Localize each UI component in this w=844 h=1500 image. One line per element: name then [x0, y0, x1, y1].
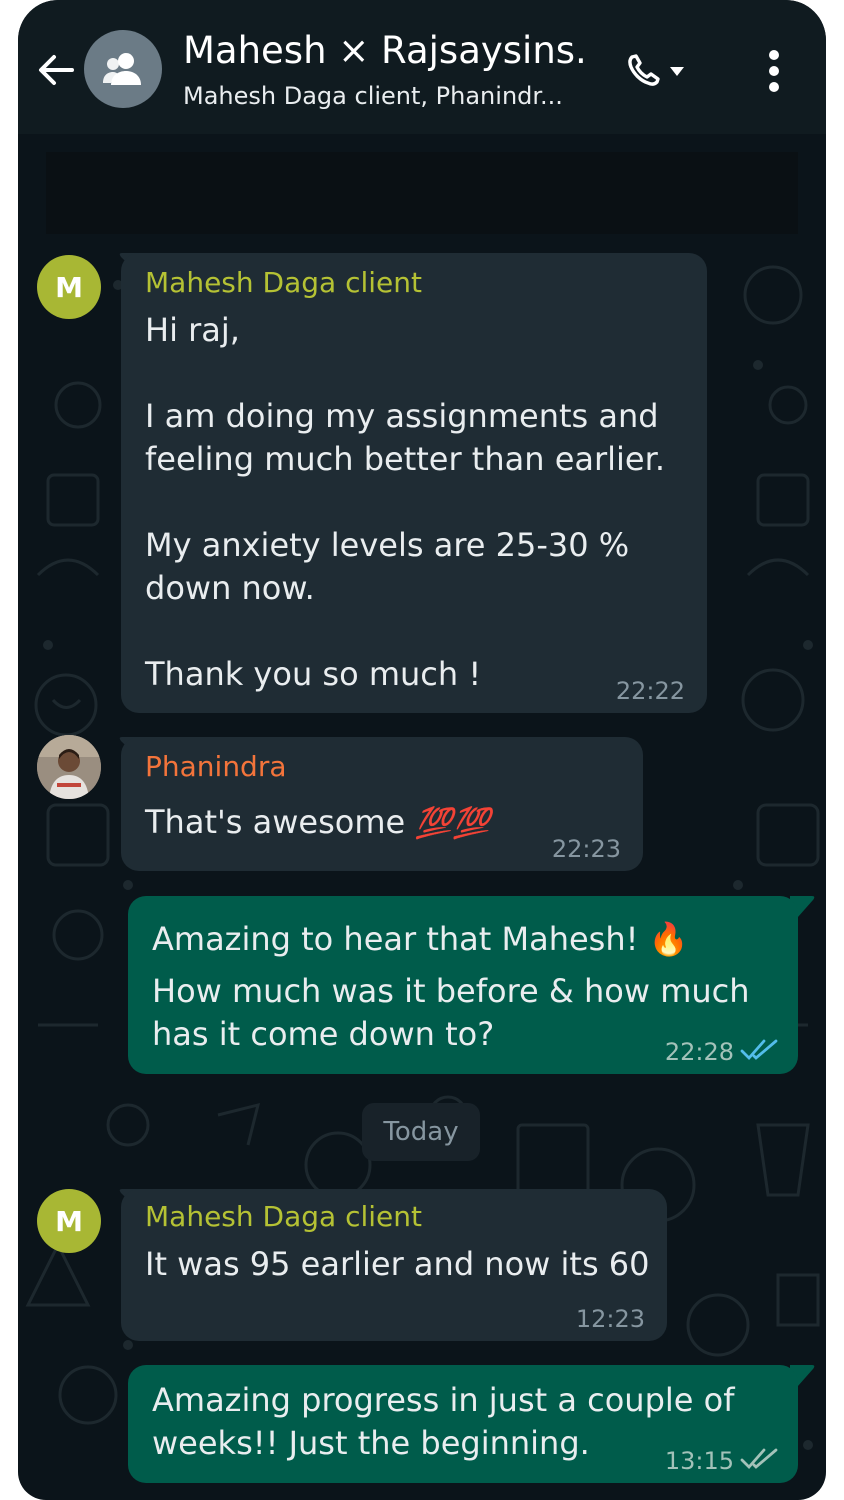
- chat-participants[interactable]: Mahesh Daga client, Phanindr...: [183, 80, 583, 112]
- sender-name[interactable]: Phanindra: [145, 749, 287, 785]
- double-check-delivered-icon: [740, 1448, 778, 1470]
- message-text: It was 95 earlier and now its 60: [145, 1245, 650, 1283]
- phone-icon[interactable]: [622, 48, 692, 92]
- message-text: Hi raj, I am doing my assignments and fe…: [145, 311, 665, 693]
- sender-name[interactable]: Mahesh Daga client: [145, 1199, 422, 1235]
- person-photo-icon: [37, 735, 101, 799]
- avatar-mahesh[interactable]: M: [37, 255, 101, 319]
- chat-header: Mahesh × Rajsaysins... Mahesh Daga clien…: [18, 0, 826, 134]
- message-time: 22:23: [551, 835, 621, 863]
- message-bubble-outgoing[interactable]: Amazing to hear that Mahesh! 🔥 How much …: [128, 896, 798, 1074]
- fire-emoji: 🔥: [648, 920, 689, 958]
- chat-title[interactable]: Mahesh × Rajsaysins...: [183, 28, 583, 74]
- message-time: 13:15: [664, 1447, 734, 1475]
- message-bubble-incoming[interactable]: Mahesh Daga client Hi raj, I am doing my…: [121, 253, 707, 713]
- message-time: 12:23: [575, 1305, 645, 1333]
- sender-name[interactable]: Mahesh Daga client: [145, 265, 422, 301]
- avatar-phanindra[interactable]: [37, 735, 101, 799]
- group-avatar[interactable]: [84, 30, 162, 108]
- double-check-read-icon: [740, 1039, 778, 1061]
- message-text: Amazing to hear that Mahesh! 🔥: [152, 918, 688, 961]
- redacted-banner: [46, 152, 798, 234]
- chat-messages[interactable]: M Mahesh Daga client Hi raj, I am doing …: [18, 245, 826, 1500]
- group-icon: [103, 53, 141, 85]
- message-bubble-incoming[interactable]: Phanindra That's awesome 💯💯 22:23: [121, 737, 643, 871]
- avatar-mahesh[interactable]: M: [37, 1189, 101, 1253]
- message-text: Amazing progress in just a couple of wee…: [152, 1381, 735, 1462]
- message-time: 22:22: [615, 677, 685, 705]
- message-text-continued: How much was it before & how much has it…: [152, 972, 750, 1053]
- more-vertical-icon[interactable]: [756, 48, 792, 94]
- date-separator: Today: [362, 1103, 480, 1161]
- message-text-content: That's awesome: [145, 803, 406, 841]
- hundred-points-emoji: 💯💯: [415, 806, 491, 841]
- message-text: That's awesome 💯💯: [145, 801, 490, 845]
- arrow-left-icon[interactable]: [34, 50, 78, 90]
- message-bubble-outgoing[interactable]: Amazing progress in just a couple of wee…: [128, 1365, 798, 1483]
- message-time: 22:28: [664, 1038, 734, 1066]
- message-bubble-incoming[interactable]: Mahesh Daga client It was 95 earlier and…: [121, 1189, 667, 1341]
- message-text-content: Amazing to hear that Mahesh!: [152, 920, 639, 958]
- phone-screen: Mahesh × Rajsaysins... Mahesh Daga clien…: [18, 0, 826, 1500]
